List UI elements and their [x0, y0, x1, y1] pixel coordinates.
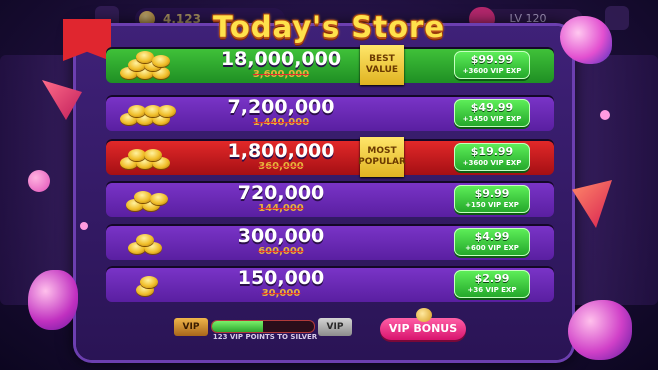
offer-row: 7,200,000 1,440,000 $49.99 +1450 VIP EXP [106, 95, 554, 131]
sparkle-decoration [600, 110, 610, 120]
coin-stack-icon [118, 185, 176, 213]
coin-stack-icon [118, 228, 176, 256]
coin-stack-icon [118, 99, 176, 127]
buy-price: $49.99 [470, 101, 514, 114]
buy-button[interactable]: $9.99 +150 VIP EXP [454, 185, 530, 213]
buy-button[interactable]: $2.99 +36 VIP EXP [454, 270, 530, 298]
offer-old-amount: 144,000 [258, 203, 304, 214]
background-game-panel-right [568, 55, 658, 305]
buy-vip-bonus: +150 VIP EXP [465, 201, 519, 209]
coin-icon [150, 193, 168, 205]
offer-row: 1,800,000 360,000 MOST POPULAR $19.99 +3600 … [106, 137, 554, 177]
vip-bonus-button[interactable]: VIP BONUS [380, 308, 466, 340]
coin-stack-icon [118, 143, 176, 171]
buy-button[interactable]: $4.99 +600 VIP EXP [454, 228, 530, 256]
coin-stack-icon [118, 270, 176, 298]
buy-price: $99.99 [470, 53, 514, 66]
offer-tag: MOST POPULAR [358, 137, 406, 177]
offer-amount: 300,000 [237, 225, 325, 247]
offer-old-amount: 1,440,000 [252, 117, 310, 128]
blob-decoration [568, 300, 632, 360]
buy-price: $4.99 [474, 230, 510, 243]
buy-button[interactable]: $49.99 +1450 VIP EXP [454, 99, 530, 127]
sparkle-decoration [80, 222, 88, 230]
buy-vip-bonus: +3600 VIP EXP [462, 67, 522, 75]
vip-progress-bar [212, 321, 314, 332]
buy-vip-bonus: +36 VIP EXP [467, 286, 517, 294]
offer-old-amount: 600,000 [258, 246, 304, 257]
offer-amount: 1,800,000 [227, 140, 335, 162]
vip-points-text: 123 VIP POINTS TO SILVER [212, 333, 318, 341]
buy-price: $19.99 [470, 145, 514, 158]
coin-icon [136, 234, 154, 246]
buy-vip-bonus: +600 VIP EXP [465, 244, 519, 252]
vip-progress-fill [212, 321, 263, 332]
offer-amount: 150,000 [237, 267, 325, 289]
coin-icon [158, 105, 176, 117]
coin-icon [140, 276, 158, 288]
coin-icon [144, 149, 162, 161]
offer-amount: 7,200,000 [227, 96, 335, 118]
offer-tag: BEST VALUE [360, 45, 404, 85]
offer-amount: 720,000 [237, 182, 325, 204]
buy-button[interactable]: $99.99 +3600 VIP EXP [454, 51, 530, 79]
coin-icon [416, 308, 432, 322]
buy-price: $9.99 [474, 187, 510, 200]
offer-row: 300,000 600,000 $4.99 +600 VIP EXP [106, 224, 554, 260]
offer-old-amount: 30,000 [261, 288, 301, 299]
offer-old-amount: 360,000 [258, 161, 304, 172]
buy-vip-bonus: +1450 VIP EXP [462, 115, 522, 123]
offer-row: 18,000,000 3,600,000 BEST VALUE $99.99 +3600… [106, 45, 554, 85]
vip-bonus-label: VIP BONUS [388, 322, 458, 335]
buy-button[interactable]: $19.99 +3600 VIP EXP [454, 143, 530, 171]
blob-decoration [28, 170, 50, 192]
buy-vip-bonus: +3600 VIP EXP [462, 159, 522, 167]
coin-stack-icon [118, 51, 176, 79]
offer-amount: 18,000,000 [220, 48, 342, 70]
offer-row: 150,000 30,000 $2.99 +36 VIP EXP [106, 266, 554, 302]
buy-price: $2.99 [474, 272, 510, 285]
offer-row: 720,000 144,000 $9.99 +150 VIP EXP [106, 181, 554, 217]
offer-old-amount: 3,600,000 [252, 69, 310, 80]
blob-decoration [28, 270, 78, 330]
coin-icon [152, 55, 170, 67]
